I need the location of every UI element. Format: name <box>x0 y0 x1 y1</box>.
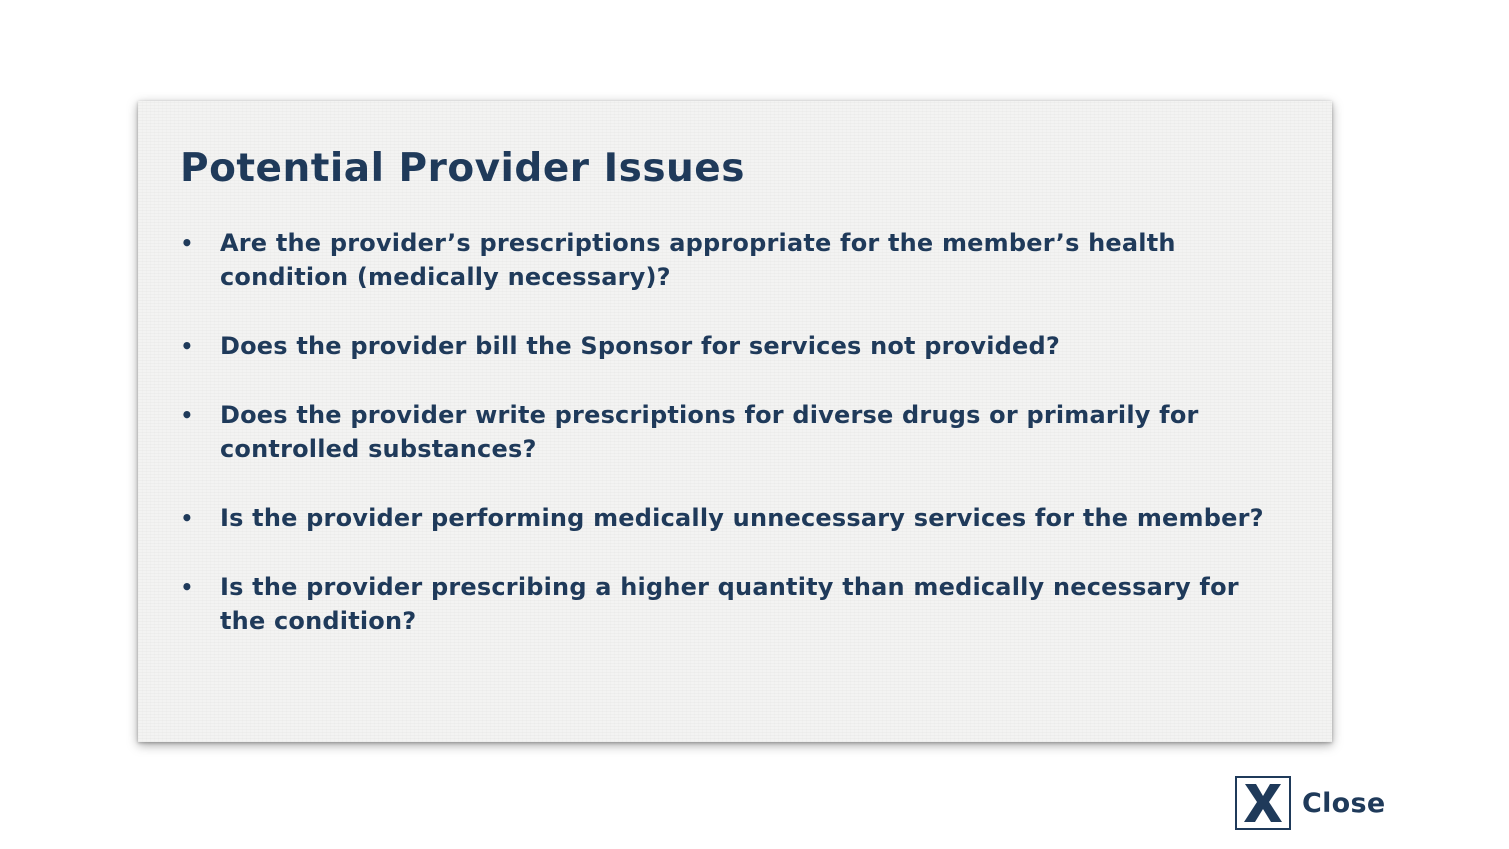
bullet-text: Is the provider prescribing a higher qua… <box>220 573 1239 635</box>
bullet-text: Is the provider performing medically unn… <box>220 504 1264 532</box>
bullet-item: • Is the provider prescribing a higher q… <box>180 570 1290 638</box>
bullet-item: • Are the provider’s prescriptions appro… <box>180 226 1290 294</box>
bullet-dot-icon: • <box>180 231 194 255</box>
close-label[interactable]: Close <box>1302 788 1386 819</box>
bullet-list: • Are the provider’s prescriptions appro… <box>180 226 1290 673</box>
bullet-dot-icon: • <box>180 506 194 530</box>
close-button[interactable]: Close <box>1235 774 1386 832</box>
bullet-dot-icon: • <box>180 403 194 427</box>
bullet-dot-icon: • <box>180 334 194 358</box>
content-card: Potential Provider Issues • Are the prov… <box>138 101 1332 742</box>
bullet-text: Are the provider’s prescriptions appropr… <box>220 229 1176 291</box>
bullet-dot-icon: • <box>180 575 194 599</box>
close-x-icon[interactable] <box>1235 776 1291 830</box>
bullet-text: Does the provider bill the Sponsor for s… <box>220 332 1061 360</box>
slide-title: Potential Provider Issues <box>180 146 745 191</box>
bullet-text: Does the provider write prescriptions fo… <box>220 401 1199 463</box>
bullet-item: • Does the provider bill the Sponsor for… <box>180 329 1290 363</box>
bullet-item: • Is the provider performing medically u… <box>180 501 1290 535</box>
bullet-item: • Does the provider write prescriptions … <box>180 398 1290 466</box>
